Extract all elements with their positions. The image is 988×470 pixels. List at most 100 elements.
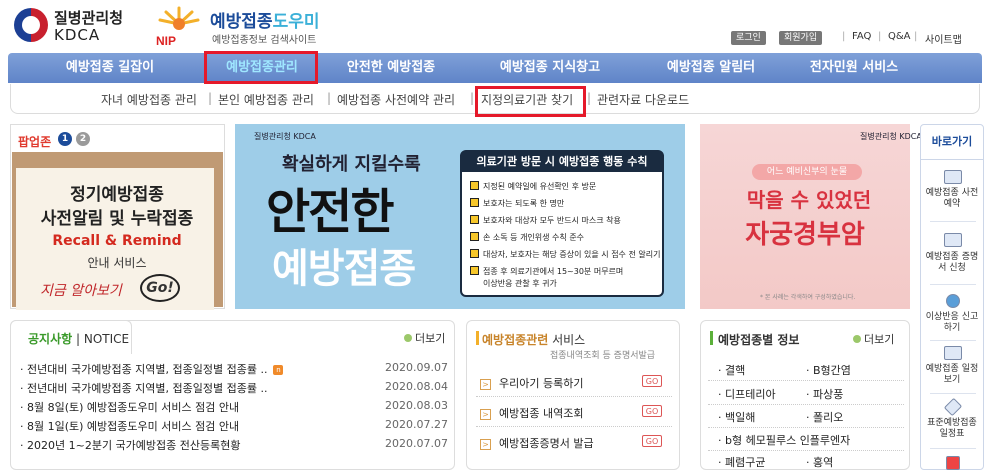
- kdca-en-name[interactable]: KDCA: [54, 26, 100, 44]
- disease-link[interactable]: · 파상풍: [806, 386, 843, 402]
- quick-item-reservation[interactable]: 예방접종 사전예약: [922, 188, 982, 210]
- sitemap-link[interactable]: 사이트맵: [925, 31, 962, 46]
- checkbox-icon: [470, 215, 479, 224]
- lnb-item-self[interactable]: 본인 예방접종 관리: [218, 91, 314, 108]
- notice-date: 2020.08.04: [385, 380, 448, 393]
- divider: [930, 448, 976, 449]
- kdca-name[interactable]: 질병관리청: [54, 7, 123, 28]
- site-title-main: 예방접종: [210, 12, 273, 32]
- divider: |: [470, 91, 475, 105]
- nip-logo[interactable]: NIP: [152, 4, 206, 48]
- popup-page-2[interactable]: 2: [76, 132, 90, 146]
- login-button[interactable]: 로그인: [731, 31, 766, 45]
- site-title[interactable]: 예방접종도우미: [210, 7, 319, 32]
- quick-item-schedule[interactable]: 예방접종 일정보기: [922, 364, 982, 386]
- gnb-item-knowledge[interactable]: 예방접종 지식창고: [480, 53, 620, 83]
- banner-rule: 접종 후 의료기관에서 15~30분 머무르며: [470, 266, 623, 277]
- medical-icon: [946, 456, 960, 470]
- popup-page-1[interactable]: 1: [58, 132, 72, 146]
- chevron-right-icon: >: [480, 409, 491, 420]
- kdca-emblem-logo[interactable]: [14, 8, 48, 42]
- join-button[interactable]: 회원가입: [779, 31, 823, 45]
- quick-item-standard-schedule[interactable]: 표준예방접종 일정표: [922, 418, 982, 440]
- section-marker: [710, 331, 713, 345]
- notice-tab-en: NOTICE: [83, 332, 130, 346]
- banner-rule-text: 접종 후 의료기관에서 15~30분 머무르며: [483, 267, 624, 276]
- quick-item-certificate[interactable]: 예방접종 증명서 신청: [922, 252, 982, 274]
- service-link-register-baby[interactable]: > 우리아기 등록하기 GO: [480, 375, 662, 391]
- check-circle-icon: [946, 294, 960, 308]
- faq-link[interactable]: FAQ: [852, 31, 871, 42]
- qna-link[interactable]: Q&A: [888, 31, 911, 42]
- divider: [930, 284, 976, 285]
- banner-rules-title: 의료기관 방문 시 예방접종 행동 수칙: [462, 152, 662, 172]
- disease-more-link[interactable]: 더보기: [853, 331, 894, 347]
- gnb-item-civil[interactable]: 전자민원 서비스: [796, 53, 912, 83]
- disease-link[interactable]: · 디프테리아: [718, 386, 776, 402]
- service-link-certificate[interactable]: > 예방접종증명서 발급 GO: [480, 435, 662, 451]
- chevron-right-icon: >: [480, 379, 491, 390]
- gnb-item-safe[interactable]: 안전한 예방접종: [330, 53, 452, 83]
- notice-tab-sep: |: [72, 332, 84, 346]
- lnb-item-reservation[interactable]: 예방접종 사전예약 관리: [337, 91, 455, 108]
- disease-link[interactable]: · B형간염: [806, 362, 851, 378]
- divider: |: [208, 91, 213, 105]
- service-label: 예방접종증명서 발급: [499, 437, 594, 450]
- go-button[interactable]: GO: [642, 435, 662, 447]
- quick-item-adverse-report[interactable]: 이상반응 신고하기: [922, 312, 982, 334]
- quick-menu-title: 바로가기: [920, 124, 984, 160]
- banner-rule-text: 손 소독 등 개인위생 수칙 준수: [483, 233, 585, 242]
- disease-link[interactable]: · b형 헤모필루스 인플루엔자: [718, 432, 850, 448]
- divider: [708, 404, 904, 405]
- lnb-item-child[interactable]: 자녀 예방접종 관리: [101, 91, 197, 108]
- popup-text-line5: 지금 알아보기: [40, 283, 122, 299]
- disease-link[interactable]: · 백일해: [718, 409, 755, 425]
- chevron-right-icon: >: [480, 439, 491, 450]
- plus-icon: [853, 335, 861, 343]
- banner-rule-text: 보호자와 대상자 모두 반드시 마스크 착용: [483, 216, 621, 225]
- divider: [930, 340, 976, 341]
- disease-link[interactable]: · 결핵: [718, 362, 745, 378]
- service-link-history[interactable]: > 예방접종 내역조회 GO: [480, 405, 662, 421]
- disease-link[interactable]: · 홍역: [806, 454, 833, 470]
- service-label: 우리아기 등록하기: [499, 377, 584, 390]
- nip-badge-text: NIP: [156, 34, 176, 48]
- printer-icon: [944, 233, 962, 247]
- disease-link[interactable]: · 폴리오: [806, 409, 843, 425]
- banner-headline-small: 막을 수 있었던: [746, 188, 872, 212]
- banner-rule: 손 소독 등 개인위생 수칙 준수: [470, 232, 584, 243]
- service-label: 예방접종 내역조회: [499, 407, 584, 420]
- gnb-item-notice[interactable]: 예방접종 알림터: [646, 53, 776, 83]
- go-button[interactable]: GO: [642, 375, 662, 387]
- popup-text-line4: 안내 서비스: [87, 256, 147, 270]
- divider: [476, 396, 672, 397]
- notice-row[interactable]: · 전년대비 국가예방접종 지역별, 접종일정별 접종률 ..: [20, 380, 267, 396]
- banner-rule-cont: 이상반응 관찰 후 귀가: [483, 279, 557, 288]
- notice-tab-label[interactable]: 공지사항 | NOTICE: [28, 330, 129, 347]
- lnb-item-downloads[interactable]: 관련자료 다운로드: [597, 91, 689, 108]
- divider: |: [587, 91, 592, 105]
- gnb-item-guide[interactable]: 예방접종 길잡이: [50, 53, 170, 83]
- checkbox-icon: [470, 181, 479, 190]
- vaccination-service-title: 예방접종관련 서비스: [482, 331, 585, 348]
- popup-zone-title: 팝업존: [18, 135, 52, 149]
- divider: [708, 380, 904, 381]
- more-label: 더보기: [864, 333, 895, 346]
- notice-more-link[interactable]: 더보기: [404, 330, 445, 346]
- schedule-icon: [944, 346, 962, 360]
- disease-link[interactable]: · 폐렴구균: [718, 454, 765, 470]
- checkbox-icon: [470, 232, 479, 241]
- divider: [708, 450, 904, 451]
- banner-footnote: * 본 사례는 각색하여 구성하였습니다.: [760, 294, 856, 301]
- divider: |: [327, 91, 332, 105]
- banner-rule: 보호자와 대상자 모두 반드시 마스크 착용: [470, 215, 621, 226]
- go-button[interactable]: GO: [642, 405, 662, 417]
- notice-date: 2020.09.07: [385, 361, 448, 374]
- notice-row[interactable]: · 전년대비 국가예방접종 지역별, 접종일정별 접종률 .. n: [20, 361, 284, 377]
- notice-row[interactable]: · 8월 1일(토) 예방접종도우미 서비스 점검 안내: [20, 418, 239, 434]
- divider: [708, 427, 904, 428]
- vac-title-a: 예방접종관련: [482, 333, 549, 347]
- notice-row[interactable]: · 2020년 1~2분기 국가예방접종 전산등록현황: [20, 437, 241, 453]
- notice-row[interactable]: · 8월 8일(토) 예방접종도우미 서비스 점검 안내: [20, 399, 239, 415]
- popup-go-bubble[interactable]: Go!: [140, 274, 180, 302]
